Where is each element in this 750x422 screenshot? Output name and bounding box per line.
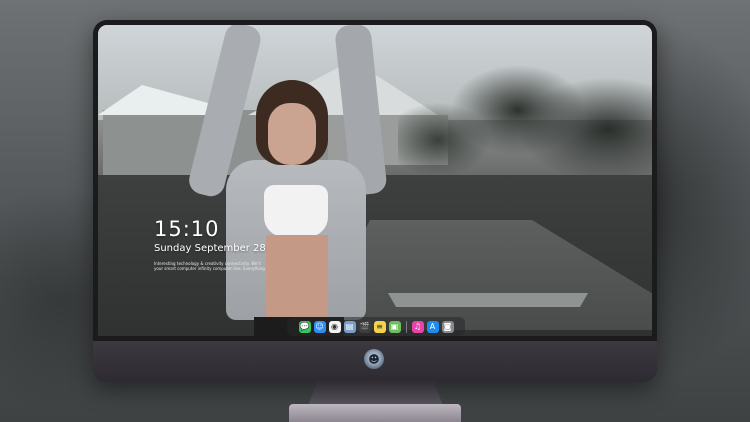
dock: 💬 ☺ ◉ ▤ 🎬 ≡ ▣ ♫ A ◙ [287,317,465,336]
music-app-icon[interactable]: ♫ [411,320,424,333]
monitor-stand-base [289,404,461,422]
person-face [268,103,316,165]
lock-screen-time: 15:10 [154,217,220,241]
clapper-app-icon[interactable]: 🎬 [358,320,371,333]
dock-separator [405,320,407,333]
app-store-app-icon[interactable]: A [426,320,439,333]
lock-screen-date: Sunday September 28 [154,243,266,254]
camera-app-icon[interactable]: ◙ [441,320,454,333]
safari-app-icon[interactable]: ◉ [328,320,341,333]
person-top [264,185,328,237]
photos-app-icon[interactable]: ▣ [388,320,401,333]
alien-logo-icon: ☻ [364,349,384,369]
monitor: 15:10 Sunday September 28 Interesting te… [93,20,657,382]
lock-screen-info-text: Interesting technology & creativity conn… [154,261,267,271]
wallpaper-pier-edge [388,293,588,307]
screen: 15:10 Sunday September 28 Interesting te… [98,25,652,336]
person-torso [266,235,328,320]
wallpaper-person [186,25,406,336]
preview-app-icon[interactable]: ▤ [343,320,356,333]
notes-app-icon[interactable]: ≡ [373,320,386,333]
messages-app-icon[interactable]: 💬 [298,320,311,333]
wallpaper-trees [398,50,652,180]
finder-app-icon[interactable]: ☺ [313,320,326,333]
